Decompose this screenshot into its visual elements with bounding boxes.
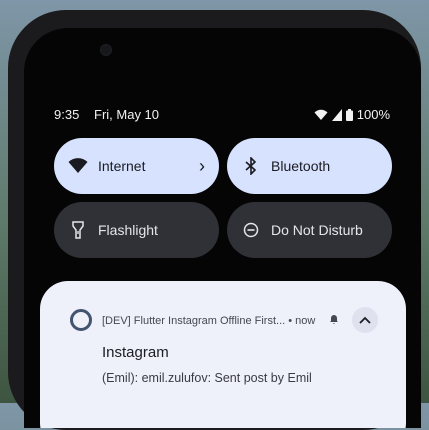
notification-time: • now (288, 315, 316, 327)
wifi-icon (314, 109, 328, 120)
bell-icon (330, 315, 338, 324)
wifi-icon (68, 156, 88, 176)
notification-title: Instagram (102, 344, 169, 361)
notification-header: [DEV] Flutter Instagram Offline First...… (102, 315, 315, 327)
notification-app-name: [DEV] Flutter Instagram Offline First... (102, 315, 286, 327)
screen: 9:35 Fri, May 10 100% Internet › Bluetoo… (24, 28, 421, 428)
status-date: Fri, May 10 (94, 107, 160, 122)
bluetooth-icon (241, 156, 261, 176)
tile-internet-label: Internet (98, 158, 146, 174)
tile-flashlight-label: Flashlight (98, 222, 158, 238)
status-icons: 100% (314, 107, 390, 122)
expand-button[interactable] (352, 307, 378, 333)
flashlight-icon (68, 220, 88, 240)
tile-internet[interactable]: Internet › (54, 138, 219, 194)
tile-flashlight[interactable]: Flashlight (54, 202, 219, 258)
do-not-disturb-icon (241, 220, 261, 240)
tile-do-not-disturb[interactable]: Do Not Disturb (227, 202, 392, 258)
chevron-right-icon[interactable]: › (199, 156, 205, 177)
signal-icon (331, 108, 342, 121)
tile-bluetooth-label: Bluetooth (271, 158, 331, 174)
app-icon (70, 309, 92, 331)
notification-card[interactable]: [DEV] Flutter Instagram Offline First...… (40, 281, 406, 428)
chevron-up-icon (359, 316, 371, 324)
battery-percent: 100% (356, 107, 390, 122)
notification-body: (Emil): emil.zulufov: Sent post by Emil (102, 371, 312, 385)
status-bar: 9:35 Fri, May 10 100% (54, 107, 390, 123)
battery-icon (345, 108, 353, 121)
tile-bluetooth[interactable]: Bluetooth (227, 138, 392, 194)
status-time: 9:35 (54, 107, 80, 122)
phone-frame: 9:35 Fri, May 10 100% Internet › Bluetoo… (8, 10, 421, 430)
tile-do-not-disturb-label: Do Not Disturb (271, 222, 363, 238)
front-camera (100, 44, 112, 56)
